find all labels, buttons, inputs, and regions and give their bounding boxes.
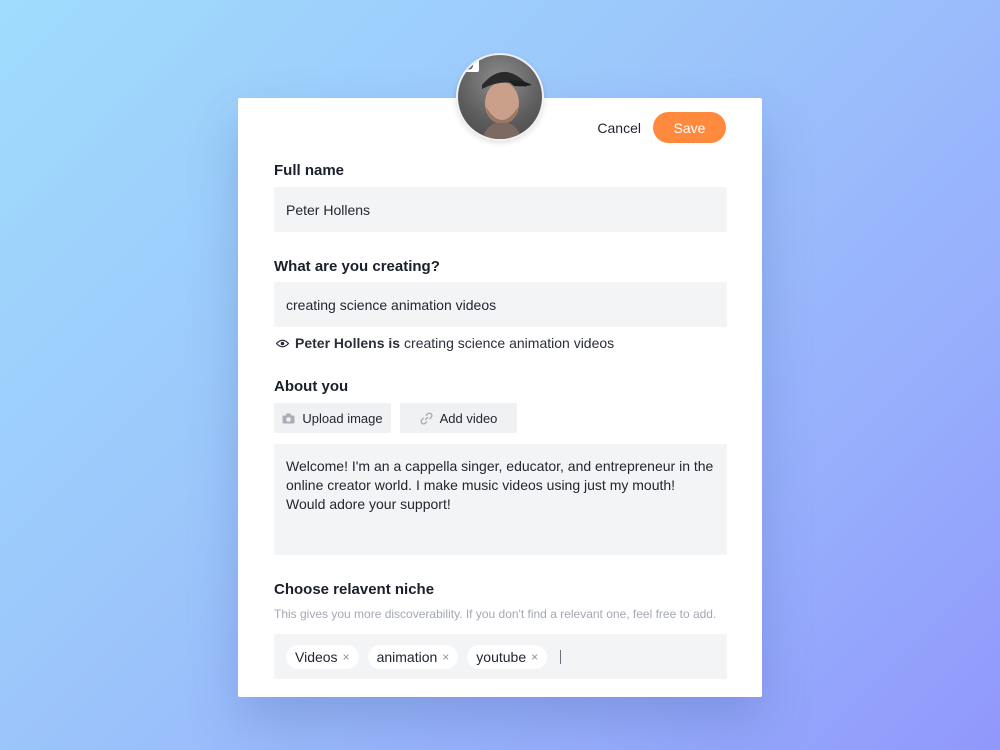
full-name-label: Full name: [274, 162, 345, 179]
tag-label: youtube: [476, 648, 527, 665]
about-textarea[interactable]: Welcome! I'm an a cappella singer, educa…: [274, 444, 727, 555]
niche-tag-input[interactable]: Videos × animation × youtube ×: [274, 634, 727, 679]
preview-name: Peter Hollens is: [295, 335, 401, 351]
tag-chip: animation ×: [367, 644, 459, 669]
profile-avatar[interactable]: [456, 53, 544, 141]
text-caret: [560, 649, 562, 664]
avatar-photo: [458, 55, 542, 139]
tag-label: Videos: [295, 648, 338, 665]
tag-chip: youtube ×: [467, 644, 548, 669]
eye-icon: [276, 339, 289, 347]
tag-label: animation: [376, 648, 438, 665]
preview-text: creating science animation videos: [404, 335, 615, 351]
add-video-button[interactable]: Add video: [400, 403, 517, 433]
creating-field[interactable]: creating science animation videos: [274, 282, 727, 327]
link-icon: [420, 412, 433, 424]
remove-tag-icon[interactable]: ×: [442, 650, 449, 664]
upload-image-button[interactable]: Upload image: [274, 403, 391, 433]
full-name-value: Peter Hollens: [286, 201, 371, 218]
add-video-label: Add video: [439, 410, 498, 426]
upload-image-label: Upload image: [302, 410, 383, 426]
about-label: About you: [274, 378, 349, 395]
profile-edit-card: Cancel Save Full name Peter Hollens What…: [238, 98, 762, 697]
camera-icon: [282, 413, 295, 423]
remove-tag-icon[interactable]: ×: [343, 650, 350, 664]
creating-preview: Peter Hollens is creating science animat…: [276, 335, 614, 351]
cancel-button[interactable]: Cancel: [597, 114, 641, 142]
full-name-field[interactable]: Peter Hollens: [274, 187, 727, 232]
save-button[interactable]: Save: [653, 112, 726, 143]
niche-label: Choose relavent niche: [274, 581, 435, 598]
niche-hint: This gives you more discoverability. If …: [274, 607, 717, 621]
remove-tag-icon[interactable]: ×: [531, 650, 538, 664]
creating-value: creating science animation videos: [286, 296, 497, 313]
creating-label: What are you creating?: [274, 258, 440, 275]
tag-chip: Videos ×: [286, 644, 359, 669]
camera-icon[interactable]: [458, 55, 480, 73]
header-actions: Cancel Save: [597, 112, 726, 143]
